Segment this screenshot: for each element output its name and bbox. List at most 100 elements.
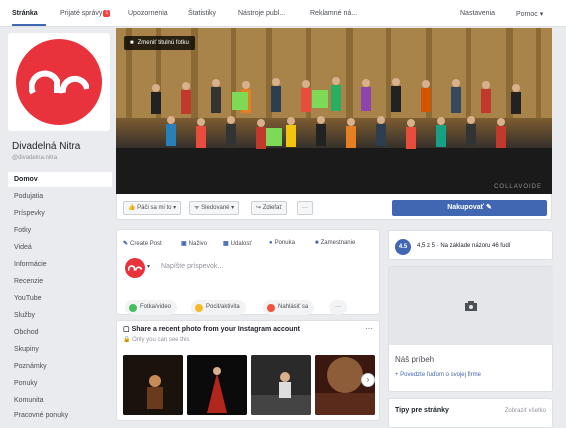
thumbs-up-icon: 👍	[128, 205, 136, 211]
more-actions-button[interactable]: ···	[297, 201, 313, 215]
nav-reviews[interactable]: Recenzie	[8, 274, 112, 289]
avatar-dropdown-icon[interactable]: ▾	[147, 263, 150, 270]
mini-logo-icon	[128, 265, 142, 271]
briefcase-icon: ■	[315, 240, 319, 246]
tab-insights[interactable]: Štatistiky	[188, 10, 216, 17]
see-all-tips-link[interactable]: Zobraziť všetko	[505, 408, 546, 414]
instagram-visibility-text: Only you can see this	[132, 337, 190, 343]
tag-icon: ●	[269, 240, 273, 246]
cover-crowd-illustration	[116, 28, 552, 194]
tab-page[interactable]: Stránka	[12, 10, 38, 17]
job-tab[interactable]: ■ Zamestnanie	[315, 240, 355, 246]
post-composer: ✎ Create Post ▣ Naživo ▦ Udalosť ● Ponuka ■ Z…	[116, 229, 380, 315]
checkin-label: Nahlásiť sa	[278, 304, 309, 310]
story-cover-placeholder[interactable]	[389, 267, 553, 345]
composer-more-button[interactable]: ···	[329, 300, 347, 315]
follow-button[interactable]: ᯤ Sledované ▾	[189, 201, 240, 215]
tab-inbox[interactable]: Prijaté správy 1	[60, 10, 111, 17]
nav-shop[interactable]: Obchod	[8, 325, 112, 340]
active-tab-indicator	[12, 24, 46, 26]
rating-card[interactable]: 4.5 4,5 z 5 · Na základe názoru 46 ľudí	[388, 230, 553, 260]
rating-summary: 4,5 z 5 · Na základe názoru 46 ľudí	[417, 243, 511, 249]
instagram-card: ▢ Share a recent photo from your Instagr…	[116, 320, 380, 421]
instagram-visibility: 🔒 Only you can see this	[123, 336, 190, 343]
change-cover-button[interactable]: ■ Zmeniť titulnú fotku	[124, 36, 195, 50]
photo-3-image	[251, 355, 311, 415]
create-post-label: Create Post	[130, 240, 162, 247]
photo-video-label: Fotka/video	[140, 304, 172, 310]
instagram-card-title: ▢ Share a recent photo from your Instagr…	[123, 325, 300, 333]
instagram-title-text: Share a recent photo from your Instagram…	[131, 326, 301, 333]
create-post-tab[interactable]: ✎ Create Post	[123, 240, 162, 248]
nav-youtube[interactable]: YouTube	[8, 291, 112, 306]
offer-tab[interactable]: ● Ponuka	[269, 240, 295, 246]
live-video-icon: ▣	[181, 241, 187, 247]
smiley-icon	[195, 303, 203, 312]
feeling-button[interactable]: Pocit/aktivita	[191, 300, 246, 315]
nav-photos[interactable]: Fotky	[8, 223, 112, 238]
tab-settings[interactable]: Nastavenia	[460, 10, 495, 17]
divadelna-logo-icon	[29, 70, 89, 95]
page-name: Divadelná Nitra	[12, 141, 81, 152]
tab-ad-center[interactable]: Reklamné ná...	[310, 10, 357, 17]
instagram-photo-2[interactable]	[187, 355, 247, 415]
photo-2-image	[187, 355, 247, 415]
camera-icon: ■	[130, 40, 134, 46]
pencil-icon: ✎	[123, 241, 129, 247]
live-tab[interactable]: ▣ Naživo	[181, 240, 208, 248]
nav-about[interactable]: Informácie	[8, 257, 112, 272]
inbox-badge: 1	[103, 10, 111, 17]
composer-avatar[interactable]	[125, 258, 145, 278]
page-handle: @divadelna.nitra	[12, 155, 58, 161]
calendar-icon: ▦	[223, 241, 229, 247]
next-photos-arrow-icon[interactable]: ›	[361, 373, 375, 387]
live-label: Naživo	[188, 240, 208, 247]
like-button[interactable]: 👍 Páči sa mi to ▾	[123, 201, 182, 215]
story-title: Náš príbeh	[395, 355, 435, 364]
tips-card: Tipy pre stránky Zobraziť všetko	[388, 398, 553, 428]
like-label: Páči sa mi to ▾	[137, 205, 177, 211]
about-card: Náš príbeh + Povedzte ľuďom o svojej fir…	[388, 266, 553, 392]
event-label: Udalosť	[230, 240, 252, 247]
nav-offers[interactable]: Ponuky	[8, 376, 112, 391]
checkin-button[interactable]: Nahlásiť sa	[263, 300, 315, 315]
rss-icon: ᯤ	[194, 205, 200, 211]
share-arrow-icon: ↪	[256, 205, 262, 211]
cover-watermark: COLLAVOIDE	[494, 184, 542, 190]
share-label: Zdieľať	[262, 205, 282, 211]
nav-services[interactable]: Služby	[8, 308, 112, 323]
instagram-photo-1[interactable]	[123, 355, 183, 415]
add-photo-icon	[465, 301, 477, 311]
nav-community[interactable]: Komunita	[8, 393, 112, 408]
tab-publishing-tools[interactable]: Nástroje publ...	[238, 10, 285, 17]
photo-1-image	[123, 355, 183, 415]
tab-help[interactable]: Pomoc ▾	[516, 10, 543, 18]
job-label: Zamestnanie	[320, 240, 356, 246]
tips-title: Tipy pre stránky	[395, 407, 449, 414]
nav-videos[interactable]: Videá	[8, 240, 112, 255]
instagram-icon: ▢	[123, 326, 130, 333]
photo-icon	[129, 303, 137, 312]
offer-label: Ponuka	[274, 240, 295, 246]
nav-events[interactable]: Podujatia	[8, 189, 112, 204]
photo-video-button[interactable]: Fotka/video	[125, 300, 178, 315]
page-profile-picture[interactable]	[8, 33, 110, 131]
tab-inbox-label: Prijaté správy	[60, 10, 103, 17]
change-cover-label: Zmeniť titulnú fotku	[137, 40, 189, 46]
instagram-menu-button[interactable]: ···	[365, 324, 373, 333]
page-top-bar: Stránka Prijaté správy 1 Upozornenia Štat…	[0, 0, 566, 27]
tab-notifications[interactable]: Upozornenia	[128, 10, 168, 17]
nav-notes[interactable]: Poznámky	[8, 359, 112, 374]
tell-story-link[interactable]: + Povedzte ľuďom o svojej firme	[395, 372, 481, 378]
shop-now-button[interactable]: Nakupovať ✎	[392, 200, 547, 216]
instagram-photo-3[interactable]	[251, 355, 311, 415]
nav-groups[interactable]: Skupiny	[8, 342, 112, 357]
event-tab[interactable]: ▦ Udalosť	[223, 240, 252, 248]
composer-input[interactable]: Napíšte príspevok...	[161, 263, 223, 270]
nav-home[interactable]: Domov	[8, 172, 112, 187]
share-button[interactable]: ↪ Zdieľať	[251, 201, 287, 215]
location-pin-icon	[267, 303, 275, 312]
nav-posts[interactable]: Príspevky	[8, 206, 112, 221]
follow-label: Sledované ▾	[201, 205, 235, 211]
rating-score-badge: 4.5	[395, 239, 411, 255]
